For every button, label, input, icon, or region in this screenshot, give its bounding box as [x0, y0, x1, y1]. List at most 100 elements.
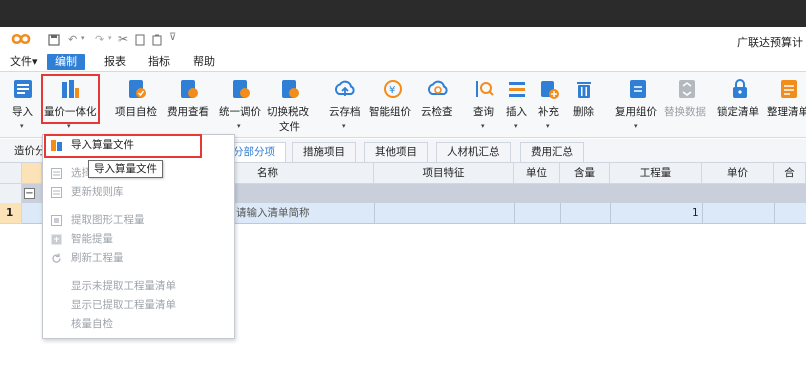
- menu-item-refresh-quantity[interactable]: 刷新工程量: [43, 250, 234, 267]
- cloud-save-label: 云存档: [329, 106, 361, 118]
- trash-icon: [577, 82, 591, 98]
- menu-item-update-rules[interactable]: 更新规则库: [43, 184, 234, 201]
- switch-tax-label: 切换税改: [267, 106, 309, 118]
- import-caret-icon: ▾: [20, 122, 24, 130]
- row-number: 1: [6, 207, 14, 219]
- grid-col-divider: [610, 203, 611, 224]
- smart-price-icon: ¥: [384, 80, 402, 98]
- fee-view-button[interactable]: 费用查看: [165, 76, 213, 134]
- cut-icon[interactable]: ✂: [118, 32, 128, 46]
- grid-col-divider: [702, 203, 703, 224]
- unify-price-caret-icon: ▾: [237, 122, 241, 130]
- redo-icon[interactable]: ↷: [95, 33, 104, 46]
- reuse-price-label: 复用组价: [615, 106, 657, 118]
- tab-labor-material[interactable]: 人材机汇总: [436, 142, 511, 162]
- smart-extract-icon: [51, 234, 62, 245]
- tab-other-items[interactable]: 其他项目: [364, 142, 428, 162]
- delete-label: 删除: [573, 106, 594, 118]
- query-caret-icon: ▾: [481, 122, 485, 130]
- insert-label: 插入: [506, 106, 527, 118]
- supplement-button[interactable]: 补充 ▾: [535, 76, 563, 134]
- tab-measures[interactable]: 措施项目: [292, 142, 356, 162]
- collapse-toggle-icon[interactable]: −: [24, 188, 35, 199]
- import-button[interactable]: 导入 ▾: [8, 76, 38, 134]
- grid-col-divider: [514, 203, 515, 224]
- fee-view-label: 费用查看: [167, 106, 209, 118]
- query-button[interactable]: 查询 ▾: [470, 76, 498, 134]
- grid-col-divider: [374, 203, 375, 224]
- menu-bar: 文件▾ 编制 报表 指标 帮助: [0, 53, 806, 71]
- self-check-button[interactable]: 项目自检: [113, 76, 161, 134]
- supplement-caret-icon: ▾: [546, 122, 550, 130]
- reuse-price-caret-icon: ▾: [634, 122, 638, 130]
- cloud-check-icon: [427, 80, 448, 95]
- app-title: 广联达预算计: [737, 36, 803, 49]
- grid-header-combined[interactable]: 合: [774, 163, 806, 184]
- switch-tax-file-button[interactable]: 切换税改 文件: [266, 76, 314, 138]
- import-label: 导入: [12, 106, 33, 118]
- menu-report[interactable]: 报表: [104, 54, 126, 70]
- cloud-check-label: 云检查: [421, 106, 453, 118]
- update-rules-icon: [51, 187, 62, 198]
- ribbon-toolbar: 导入 ▾ 量价一体化 ▾ 项目自检 费用查看 统一调价 ▾ 切换税改 文件 云存…: [0, 71, 806, 138]
- redo-dropdown-icon[interactable]: ▾: [108, 34, 112, 42]
- grid-header-price[interactable]: 单价: [702, 163, 774, 184]
- insert-caret-icon: ▾: [514, 122, 518, 130]
- tooltip: 导入算量文件: [88, 160, 163, 178]
- window-top-bar: [0, 0, 806, 27]
- query-icon: [476, 81, 494, 97]
- arrange-list-button[interactable]: 整理清单: [766, 76, 806, 134]
- tab-fee-summary[interactable]: 费用汇总: [520, 142, 584, 162]
- delete-button[interactable]: 删除: [570, 76, 598, 134]
- menu-edit[interactable]: 编制: [47, 54, 85, 70]
- grid-header-marker: [22, 163, 42, 184]
- grid-header-content[interactable]: 含量: [560, 163, 610, 184]
- unify-price-button[interactable]: 统一调价 ▾: [217, 76, 265, 134]
- paste-icon[interactable]: [152, 34, 162, 46]
- replace-data-icon: [679, 80, 695, 98]
- menu-file[interactable]: 文件▾: [10, 54, 38, 70]
- cloud-save-caret-icon: ▾: [342, 122, 346, 130]
- save-icon[interactable]: [48, 34, 60, 46]
- reuse-price-button[interactable]: 复用组价 ▾: [614, 76, 662, 134]
- menu-item-show-extracted[interactable]: 显示已提取工程量清单: [43, 297, 234, 314]
- row-quantity-value[interactable]: 1: [692, 203, 699, 224]
- cloud-save-button[interactable]: 云存档 ▾: [326, 76, 366, 134]
- menu-item-quantity-self-check[interactable]: 核量自检: [43, 316, 234, 333]
- menu-help[interactable]: 帮助: [193, 54, 215, 70]
- menu-index[interactable]: 指标: [148, 54, 170, 70]
- grid-header-name-label: 名称: [257, 167, 278, 179]
- smart-price-button[interactable]: ¥ 智能组价: [368, 76, 418, 134]
- quantity-price-highlight: [41, 74, 100, 124]
- undo-dropdown-icon[interactable]: ▾: [81, 34, 85, 42]
- supplement-label: 补充: [538, 106, 559, 118]
- grid-header-quantity[interactable]: 工程量: [610, 163, 702, 184]
- app-logo-icon: [11, 33, 31, 45]
- replace-data-label: 替换数据: [664, 106, 706, 118]
- replace-data-button[interactable]: 替换数据: [663, 76, 711, 134]
- menu-item-smart-extract[interactable]: 智能提量: [43, 231, 234, 248]
- supplement-icon: [541, 81, 559, 99]
- self-check-icon: [129, 80, 146, 98]
- grid-header-feature[interactable]: 项目特征: [374, 163, 514, 184]
- lock-list-button[interactable]: 锁定清单: [716, 76, 764, 134]
- import-icon: [14, 80, 32, 98]
- quick-more-icon[interactable]: ⊽: [169, 32, 176, 43]
- grid-col-divider: [774, 203, 775, 224]
- menu-item-show-unextracted[interactable]: 显示未提取工程量清单: [43, 278, 234, 295]
- undo-icon[interactable]: ↶: [68, 33, 77, 46]
- group-row-index: [0, 184, 22, 203]
- fee-view-icon: [181, 80, 198, 98]
- title-bar: ↶ ▾ ↷ ▾ ✂ ⊽ 广联达预算计: [0, 27, 806, 53]
- cloud-check-button[interactable]: 云检查: [420, 76, 458, 134]
- insert-icon: [509, 82, 525, 97]
- unify-price-label: 统一调价: [219, 106, 261, 118]
- menu-item-extract-graphic-quantity[interactable]: 提取图形工程量: [43, 212, 234, 229]
- row-name-placeholder[interactable]: 请输入清单简称: [236, 203, 310, 224]
- arrange-list-icon: [781, 80, 797, 98]
- insert-button[interactable]: 插入 ▾: [503, 76, 531, 134]
- grid-col-divider: [560, 203, 561, 224]
- query-label: 查询: [473, 106, 494, 118]
- copy-icon[interactable]: [135, 34, 145, 46]
- grid-header-unit[interactable]: 单位: [514, 163, 560, 184]
